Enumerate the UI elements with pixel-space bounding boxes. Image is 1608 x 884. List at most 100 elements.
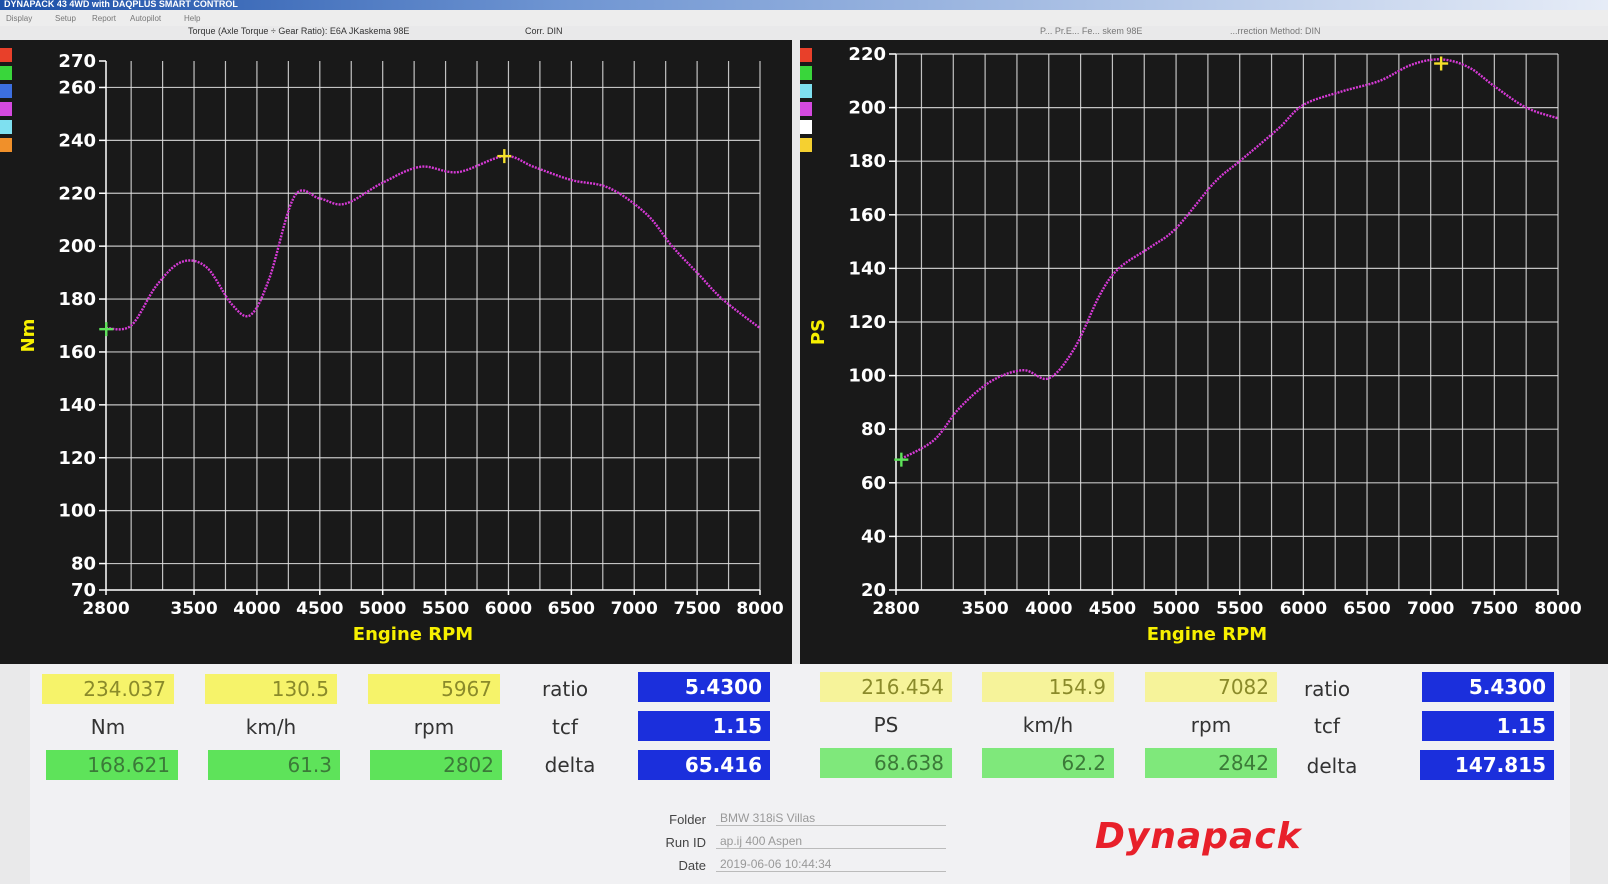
start-torque-rpm-value: 2802 <box>370 750 502 780</box>
torque-x-tick-label: 4500 <box>296 599 343 619</box>
left-delta-label: delta <box>544 753 596 777</box>
torque-y-tick-label: 260 <box>58 77 96 98</box>
torque-x-tick-label: 3500 <box>170 599 217 619</box>
menu-help[interactable]: Help <box>184 14 200 23</box>
date-field[interactable]: 2019-06-06 10:44:34 <box>716 856 946 872</box>
right-chart-subtitle: P... Pr.E... Fe... skem 98E <box>1040 26 1143 36</box>
power-y-tick-label: 220 <box>848 44 886 65</box>
power-y-tick-label: 40 <box>861 526 886 547</box>
start-power-speed-value: 62.2 <box>982 748 1114 778</box>
power-y-tick-label: 160 <box>848 205 886 226</box>
peak-torque-rpm-value: 5967 <box>368 674 500 704</box>
power-y-tick-label: 120 <box>848 312 886 333</box>
torque-x-tick-label: 7000 <box>611 599 658 619</box>
start-torque-value: 168.621 <box>46 750 178 780</box>
torque-y-tick-label: 100 <box>58 501 96 522</box>
power-y-tick-label: 180 <box>848 151 886 172</box>
torque-curve <box>105 154 761 331</box>
torque-x-tick-label: 7500 <box>673 599 720 619</box>
right-tcf-value: 1.15 <box>1422 711 1554 741</box>
torque-unit-label: Nm <box>90 715 126 739</box>
torque-y-tick-label: 240 <box>58 130 96 151</box>
right-ratio-label: ratio <box>1303 677 1351 701</box>
power-x-tick-label: 2800 <box>872 599 919 619</box>
left-chart-correction: Corr. DIN <box>525 26 563 36</box>
left-ratio-label: ratio <box>541 677 589 701</box>
peak-torque-speed-value: 130.5 <box>205 674 337 704</box>
power-y-tick-label: 20 <box>861 580 886 601</box>
torque-x-tick-label: 8000 <box>736 599 783 619</box>
run-id-label: Run ID <box>665 835 706 850</box>
torque-y-tick-label: 70 <box>71 580 96 601</box>
torque-y-tick-label: 270 <box>58 51 96 72</box>
power-y-tick-label: 60 <box>861 473 886 494</box>
folder-label: Folder <box>669 812 706 827</box>
torque-y-tick-label: 80 <box>71 554 96 575</box>
power-x-tick-label: 5000 <box>1152 599 1199 619</box>
right-tcf-label: tcf <box>1314 714 1340 738</box>
power-x-tick-label: 6500 <box>1343 599 1390 619</box>
start-power-rpm-value: 2842 <box>1145 748 1277 778</box>
run-id-field[interactable]: ap.ij 400 Aspen <box>716 833 946 849</box>
torque-y-tick-label: 120 <box>58 448 96 469</box>
torque-y-tick-label: 200 <box>58 236 96 257</box>
peak-torque-value: 234.037 <box>42 674 174 704</box>
power-chart-panel: 20 40 60 80 100 120 140 160 180 200 220 2800 3500 400… <box>800 40 1608 664</box>
left-tcf-value: 1.15 <box>638 711 770 741</box>
right-rpm-unit-label: rpm <box>1190 713 1232 737</box>
peak-power-speed-value: 154.9 <box>982 672 1114 702</box>
torque-x-tick-label: 5000 <box>359 599 406 619</box>
torque-x-tick-label: 2800 <box>82 599 129 619</box>
torque-x-axis-title: Engine RPM <box>353 624 473 645</box>
torque-x-tick-label: 6500 <box>548 599 595 619</box>
power-y-axis-title: PS <box>808 319 829 345</box>
menu-report[interactable]: Report <box>92 14 116 23</box>
torque-y-tick-label: 220 <box>58 183 96 204</box>
torque-chart-panel: 70 80 100 120 140 160 180 200 220 240 260 270 2800 35… <box>0 40 792 664</box>
left-speed-unit-label: km/h <box>245 715 297 739</box>
dynapack-logo: Dynapack <box>1095 816 1302 857</box>
left-tcf-label: tcf <box>552 715 578 739</box>
power-x-tick-label: 7000 <box>1407 599 1454 619</box>
torque-y-tick-label: 140 <box>58 395 96 416</box>
menu-bar: Display Setup Report Autopilot Help <box>0 10 1608 26</box>
power-y-tick-label: 140 <box>848 258 886 279</box>
menu-display[interactable]: Display <box>6 14 32 23</box>
start-power-value: 68.638 <box>820 748 952 778</box>
power-curve <box>900 58 1559 460</box>
left-chart-subtitle: Torque (Axle Torque ÷ Gear Ratio): E6A J… <box>188 26 410 36</box>
torque-chart: 70 80 100 120 140 160 180 200 220 240 260 270 2800 35… <box>18 51 784 645</box>
peak-power-rpm-value: 7082 <box>1145 672 1277 702</box>
torque-y-axis-title: Nm <box>18 319 39 353</box>
folder-field[interactable]: BMW 318iS Villas <box>716 810 946 826</box>
left-ratio-value: 5.4300 <box>638 672 770 702</box>
window-titlebar: DYNAPACK 43 4WD with DAQPLUS SMART CONTR… <box>0 0 1608 10</box>
torque-x-tick-label: 6000 <box>485 599 532 619</box>
right-speed-unit-label: km/h <box>1022 713 1074 737</box>
right-delta-label: delta <box>1306 754 1358 778</box>
torque-x-tick-label: 5500 <box>422 599 469 619</box>
right-chart-correction: ...rrection Method: DIN <box>1230 26 1321 36</box>
power-x-tick-label: 8000 <box>1534 599 1581 619</box>
menu-setup[interactable]: Setup <box>55 14 76 23</box>
date-label: Date <box>678 858 706 873</box>
left-delta-value: 65.416 <box>638 750 770 780</box>
power-x-tick-label: 4500 <box>1089 599 1136 619</box>
peak-power-value: 216.454 <box>820 672 952 702</box>
right-delta-value: 147.815 <box>1420 750 1554 780</box>
readout-panel: 234.037 130.5 5967 ratio 5.4300 Nm km/h … <box>30 664 1570 884</box>
power-x-axis-title: Engine RPM <box>1147 624 1267 645</box>
power-y-tick-label: 100 <box>848 366 886 387</box>
power-unit-label: PS <box>873 713 899 737</box>
torque-y-tick-label: 180 <box>58 289 96 310</box>
power-x-tick-label: 3500 <box>961 599 1008 619</box>
left-rpm-unit-label: rpm <box>413 715 455 739</box>
power-x-tick-label: 5500 <box>1216 599 1263 619</box>
torque-y-tick-label: 160 <box>58 342 96 363</box>
power-x-tick-label: 7500 <box>1471 599 1518 619</box>
power-y-tick-label: 80 <box>861 419 886 440</box>
power-chart: 20 40 60 80 100 120 140 160 180 200 220 2800 3500 400… <box>808 44 1582 645</box>
menu-autopilot[interactable]: Autopilot <box>130 14 161 23</box>
power-x-tick-label: 6000 <box>1280 599 1327 619</box>
window-title: DYNAPACK 43 4WD with DAQPLUS SMART CONTR… <box>4 0 238 9</box>
